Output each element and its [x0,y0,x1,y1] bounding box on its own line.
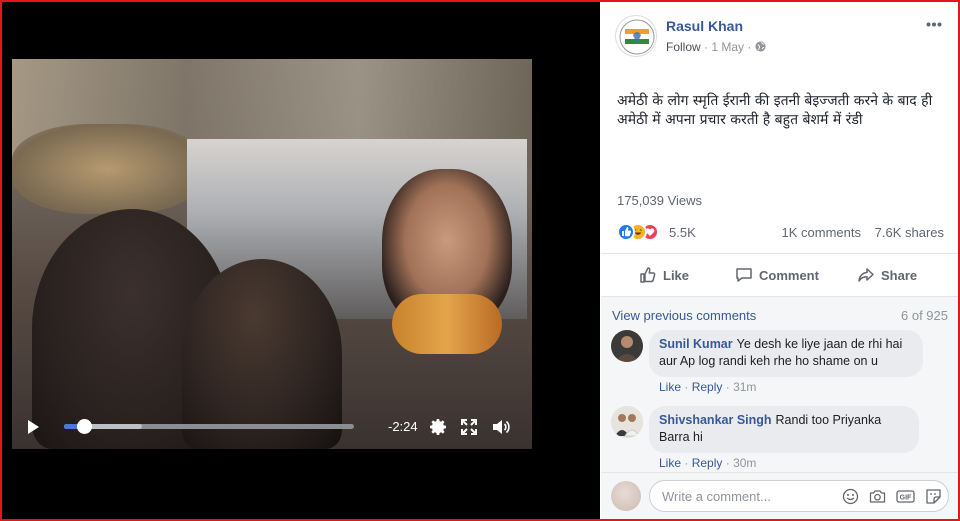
party-logo-icon [619,19,655,55]
follow-link[interactable]: Follow [666,40,701,54]
comment-bubble: Sunil Kumar Ye desh ke liye jaan de rhi h… [649,330,923,377]
comment-actions: Like · Reply · 30m [659,456,757,470]
emoji-icon[interactable] [842,488,859,505]
user-photo-icon [611,330,643,362]
comment-text-line1: Ye desh ke liye jaan de rhi hai [736,337,903,351]
video-police-figure [12,124,202,214]
video-controls: -2:24 [12,412,532,442]
commenter-name[interactable]: Sunil Kumar [659,337,733,351]
divider [601,253,958,254]
settings-gear-icon[interactable] [428,417,448,437]
comment-text-line2: aur Ap log randi keh rhe ho shame on u [659,354,878,368]
meta-separator-2: · [747,40,752,54]
post-meta: Follow · 1 May · [666,40,766,54]
comment-text-line2: Barra hi [659,430,703,444]
comment-label: Comment [759,267,819,283]
post-date[interactable]: 1 May [711,40,744,54]
play-icon[interactable] [28,420,39,434]
time-remaining: -2:24 [388,419,418,434]
engagement-stats: 1K comments 7.6K shares [772,225,944,240]
seek-bar[interactable] [64,419,354,434]
meta-separator: · [704,40,709,54]
sticker-icon[interactable] [925,488,942,505]
commenter-name[interactable]: Shivshankar Singh [659,413,772,427]
comment-tools: GIF [842,488,942,505]
commenter-avatar[interactable] [611,330,643,362]
post-author[interactable]: Rasul Khan [666,18,743,34]
globe-icon [755,41,766,52]
share-button[interactable]: Share [857,266,917,284]
video-garland [392,294,502,354]
gif-icon[interactable]: GIF [896,488,915,505]
share-label: Share [881,267,918,283]
share-arrow-icon [858,268,874,282]
action-bar: Like Comment Share [601,260,958,296]
write-comment-bar: Write a comment... GIF [601,472,958,519]
comment-like-link[interactable]: Like [659,380,681,394]
like-reaction-icon [617,223,635,241]
reaction-count: 5.5K [669,225,696,240]
volume-icon[interactable] [491,417,511,437]
comment-button[interactable]: Comment [735,266,819,284]
comment-like-link[interactable]: Like [659,456,681,470]
comment-bubble: Shivshankar Singh Randi too Priyanka Barr… [649,406,919,453]
comment-reply-link[interactable]: Reply [692,380,723,394]
view-previous-comments-link[interactable]: View previous comments [612,308,756,323]
gif-label: GIF [900,495,912,502]
comments-section: View previous comments 6 of 925 Sunil Ku… [601,297,958,519]
comment-reply-link[interactable]: Reply [692,456,723,470]
camera-icon[interactable] [869,488,886,505]
comment-text-line1: Randi too Priyanka [775,413,882,427]
comment-actions: Like · Reply · 31m [659,380,757,394]
video-pane: -2:24 [2,2,600,519]
like-button[interactable]: Like [639,266,689,284]
comment-time[interactable]: 31m [733,380,756,394]
video-frame[interactable] [12,59,532,449]
commenter-avatar[interactable] [611,406,643,438]
page-avatar[interactable] [615,15,657,57]
comment-time[interactable]: 30m [733,456,756,470]
like-label: Like [663,267,690,283]
current-user-avatar [611,481,641,511]
user-photo-icon [611,406,643,438]
seek-thumb[interactable] [77,419,93,434]
more-options-icon[interactable] [926,22,942,27]
comments-count[interactable]: 1K comments [782,225,861,240]
thumbs-up-icon [640,267,656,283]
comments-page-count: 6 of 925 [901,308,948,323]
view-count: 175,039 Views [617,193,703,208]
comment-bubble-icon [736,268,752,282]
post-side-panel: Rasul Khan Follow · 1 May · अमेठी के लोग… [601,2,958,519]
fullscreen-icon[interactable] [459,417,479,437]
post-text: अमेठी के लोग स्मृति ईरानी की इतनी बेइज्ज… [617,93,933,128]
shares-count[interactable]: 7.6K shares [875,225,944,240]
